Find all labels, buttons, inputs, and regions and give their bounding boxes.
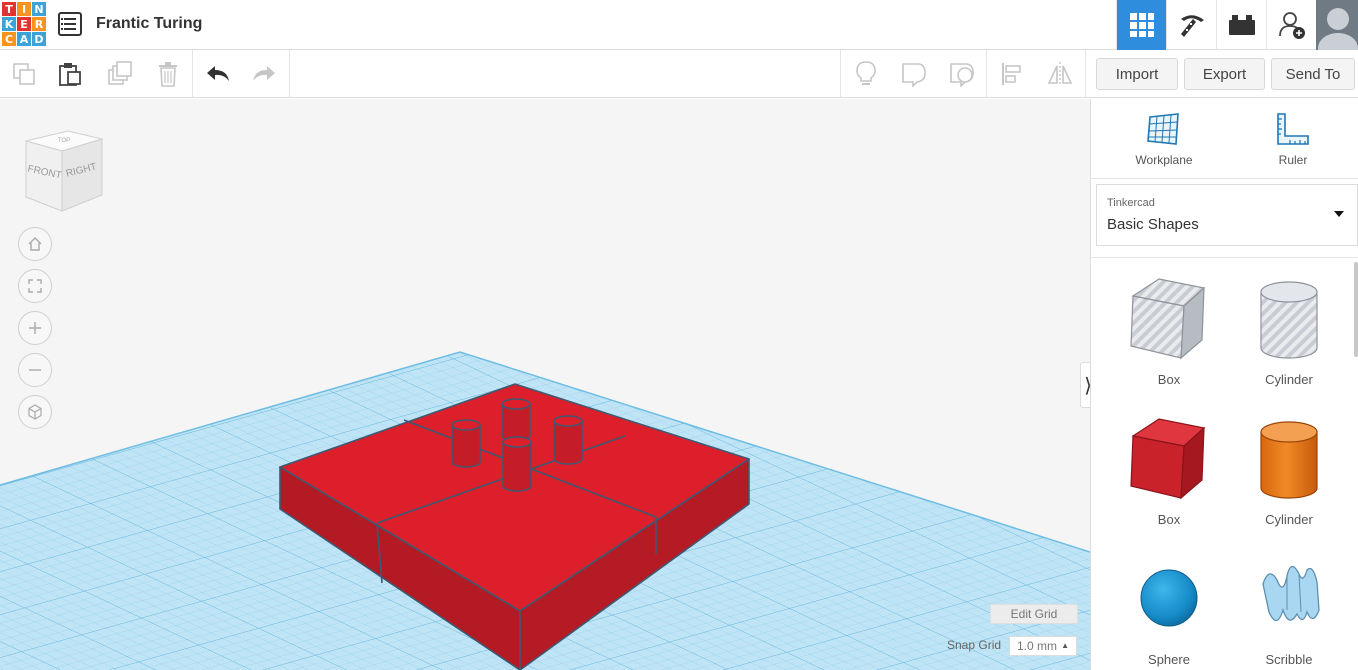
chevron-down-icon (1334, 211, 1344, 217)
panel-tools: Workplane Ruler (1091, 99, 1358, 179)
edit-grid-button[interactable]: Edit Grid (990, 604, 1078, 624)
edit-toolbar: Import Export Send To (0, 50, 1358, 98)
delete-icon[interactable] (144, 50, 192, 98)
shape-caption: Sphere (1148, 652, 1190, 667)
ruler-icon (1277, 113, 1309, 145)
shape-box[interactable]: Box (1109, 400, 1229, 527)
import-button[interactable]: Import (1096, 58, 1178, 90)
view-cube[interactable]: FRONT RIGHT TOP (20, 127, 110, 217)
logo-letter: I (17, 2, 31, 16)
home-icon[interactable] (18, 227, 52, 261)
tinkercad-app: T I N K E R C A D Frantic Turing Import … (0, 0, 1358, 670)
shape-cylinder[interactable]: Cylinder (1229, 400, 1349, 527)
snap-grid-label: Snap Grid (947, 638, 1002, 652)
logo-letter: N (32, 2, 46, 16)
cylinder-hole-icon (1260, 281, 1318, 359)
peg[interactable] (501, 398, 531, 442)
workplane-viewport[interactable]: FRONT RIGHT TOP Edit Grid Snap Grid 1.0 … (0, 99, 1090, 670)
tinkercad-logo[interactable]: T I N K E R C A D (2, 2, 46, 47)
box-hole-icon (1130, 278, 1206, 360)
shape-caption: Cylinder (1265, 512, 1313, 527)
logo-letter: K (2, 17, 16, 31)
fit-view-icon[interactable] (18, 269, 52, 303)
redo-icon[interactable] (240, 50, 288, 98)
align-icon[interactable] (988, 50, 1036, 98)
send-to-button[interactable]: Send To (1271, 58, 1355, 90)
mirror-icon[interactable] (1036, 50, 1084, 98)
shape-caption: Scribble (1265, 652, 1313, 667)
avatar[interactable] (1316, 0, 1358, 50)
shape-grid: Box Cylinder Box Cylinder Sphere Scribbl… (1091, 257, 1358, 670)
sphere-icon (1140, 569, 1198, 627)
design-menu-icon[interactable] (58, 12, 82, 36)
shape-cylinder-hole[interactable]: Cylinder (1229, 260, 1349, 387)
scribble-icon (1262, 565, 1320, 622)
library-name: Basic Shapes (1107, 216, 1199, 233)
paste-icon[interactable] (46, 50, 94, 98)
ruler-label: Ruler (1278, 153, 1308, 167)
snap-grid-select[interactable]: 1.0 mm ▲ (1009, 636, 1077, 656)
peg[interactable] (553, 415, 583, 465)
ruler-button[interactable]: Ruler (1243, 111, 1343, 173)
shape-scribble[interactable]: Scribble (1229, 540, 1349, 667)
workplane-button[interactable]: Workplane (1114, 111, 1214, 173)
logo-letter: D (32, 32, 46, 46)
design-title[interactable]: Frantic Turing (96, 15, 202, 33)
zoom-in-icon[interactable] (18, 311, 52, 345)
cylinder-icon (1260, 421, 1318, 499)
shape-sphere[interactable]: Sphere (1109, 540, 1229, 667)
shape-library-select[interactable]: Tinkercad Basic Shapes (1096, 184, 1358, 246)
shape-caption: Cylinder (1265, 372, 1313, 387)
top-bar: T I N K E R C A D Frantic Turing (0, 0, 1358, 50)
snap-grid-value: 1.0 mm (1017, 639, 1058, 653)
pickaxe-icon[interactable] (1166, 0, 1216, 50)
copy-icon[interactable] (0, 50, 48, 98)
duplicate-icon[interactable] (96, 50, 144, 98)
brick-icon[interactable] (1216, 0, 1266, 50)
panel-scrollbar[interactable] (1354, 262, 1358, 357)
zoom-out-icon[interactable] (18, 353, 52, 387)
logo-letter: C (2, 32, 16, 46)
logo-letter: T (2, 2, 16, 16)
workplane-icon (1147, 113, 1179, 145)
box-icon (1130, 418, 1206, 500)
logo-letter: A (17, 32, 31, 46)
shape-box-hole[interactable]: Box (1109, 260, 1229, 387)
show-hide-icon[interactable] (938, 50, 986, 98)
comment-icon[interactable] (890, 50, 938, 98)
logo-letter: E (17, 17, 31, 31)
view-cube-top-label: TOP (58, 138, 70, 144)
shapes-panel: Workplane Ruler Tinkercad Basic Shapes B… (1090, 99, 1358, 670)
grid-icon[interactable] (1116, 0, 1166, 50)
workplane-scene[interactable] (0, 99, 1090, 670)
view-switcher (1116, 0, 1358, 50)
add-user-icon[interactable] (1266, 0, 1316, 50)
peg[interactable] (451, 419, 481, 468)
caret-up-icon: ▲ (1061, 641, 1069, 650)
perspective-icon[interactable] (18, 395, 52, 429)
notes-icon[interactable] (842, 50, 890, 98)
export-button[interactable]: Export (1184, 58, 1265, 90)
peg[interactable] (502, 436, 532, 492)
shape-caption: Box (1157, 512, 1181, 527)
library-source: Tinkercad (1107, 197, 1155, 209)
shape-caption: Box (1157, 372, 1181, 387)
undo-icon[interactable] (194, 50, 242, 98)
workplane-label: Workplane (1135, 153, 1193, 167)
logo-letter: R (32, 17, 46, 31)
